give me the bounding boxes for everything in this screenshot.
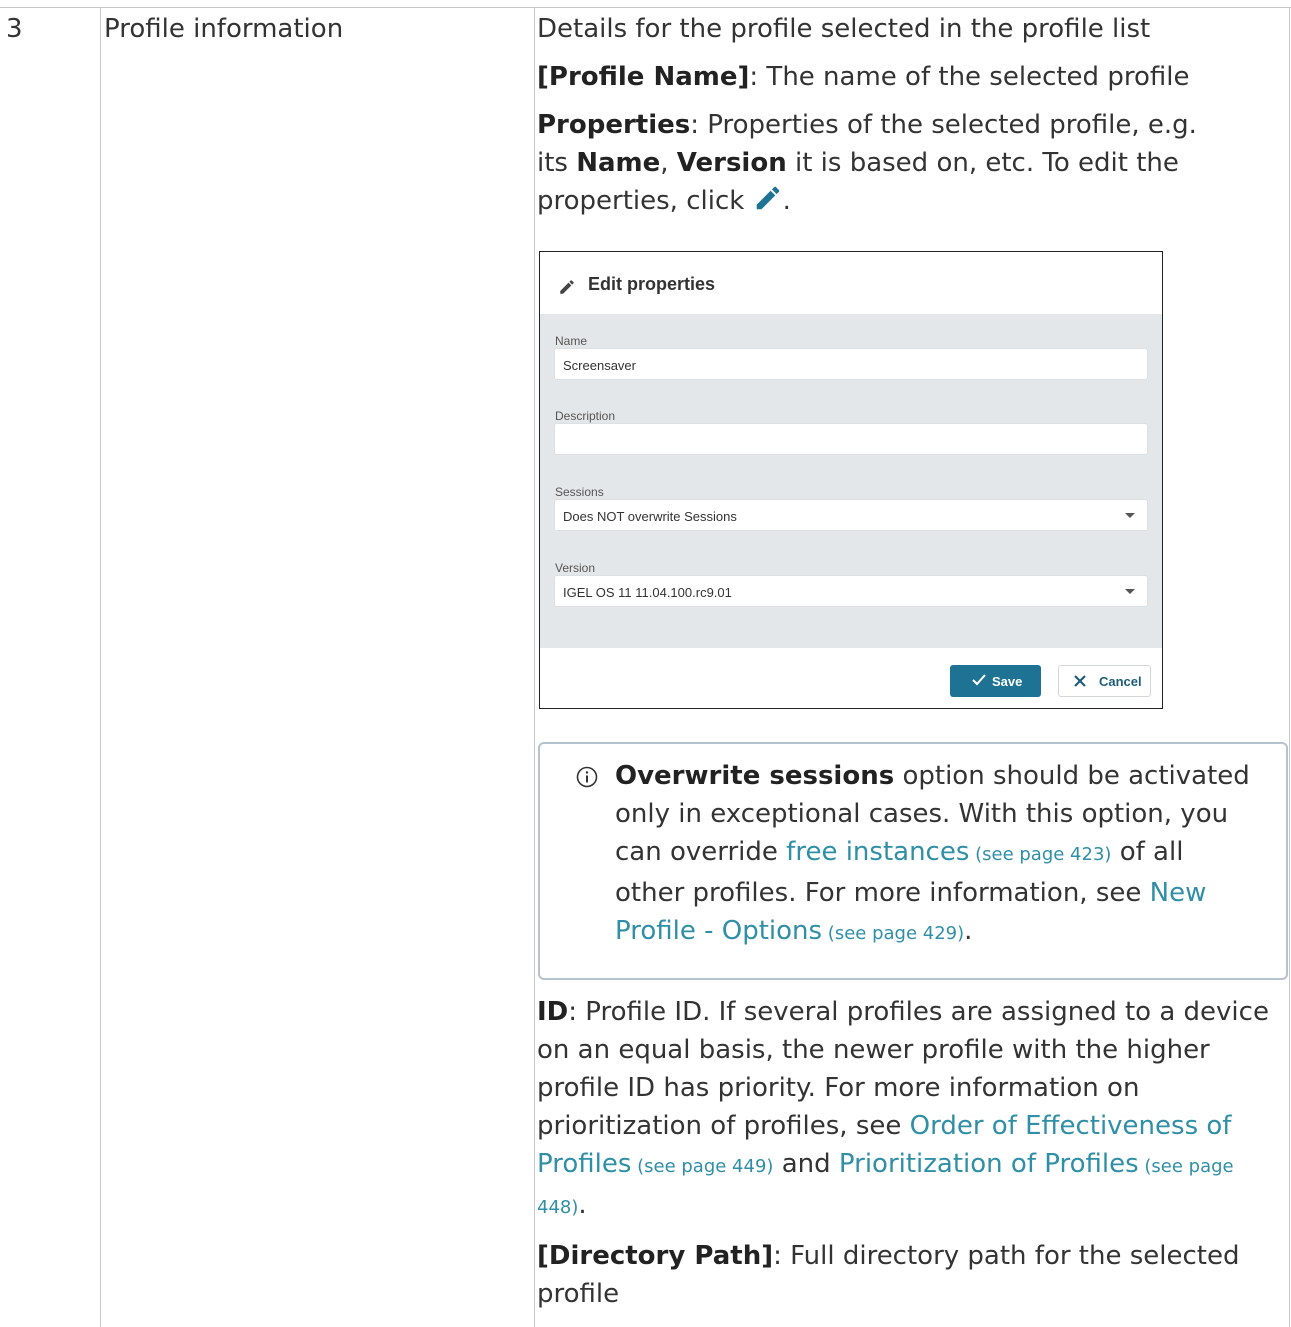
profile-name-text: : The name of the selected profile — [749, 62, 1190, 92]
info-text-part: . — [964, 916, 973, 946]
chevron-down-icon — [1125, 589, 1135, 594]
id-text: ID: Profile ID. If several profiles are … — [537, 993, 1287, 1227]
pencil-icon — [560, 280, 574, 294]
id-paragraph: ID: Profile ID. If several profiles are … — [537, 993, 1287, 1323]
info-bold-term: Overwrite sessions — [615, 761, 895, 791]
id-text-part: and — [773, 1149, 839, 1179]
pencil-icon — [756, 186, 779, 210]
description-field[interactable] — [554, 423, 1148, 455]
page-reference: (see page 423) — [969, 844, 1112, 865]
edit-properties-dialog: Edit properties Name Screensaver Descrip… — [539, 251, 1163, 709]
properties-text: properties, click — [537, 186, 753, 216]
description-label: Description — [555, 409, 616, 423]
profile-name-label: [Profile Name] — [537, 62, 750, 92]
properties-text: it is based on, etc. To edit the — [786, 148, 1179, 178]
cancel-label: Cancel — [1099, 674, 1142, 689]
version-value: IGEL OS 11 11.04.100.rc9.01 — [563, 585, 732, 600]
properties-label: Properties — [537, 110, 691, 140]
name-label: Name — [555, 334, 588, 348]
properties-text: , — [660, 148, 677, 178]
properties-text: : Properties of the selected profile, e.… — [690, 110, 1197, 140]
sessions-select[interactable]: Does NOT overwrite Sessions — [554, 499, 1148, 531]
info-text-part: other profiles. For more information, se… — [615, 878, 1150, 908]
chevron-down-icon — [1125, 513, 1135, 518]
id-text-part: : Profile ID. If several profiles are as… — [568, 997, 1269, 1027]
page-reference: 448) — [537, 1197, 579, 1218]
free-instances-link[interactable]: free instances — [786, 837, 969, 867]
version-label: Version — [555, 561, 596, 575]
info-callout: Overwrite sessions option should be acti… — [538, 742, 1288, 980]
directory-path-text: profile — [537, 1279, 620, 1309]
page-reference: (see page 429) — [822, 923, 965, 944]
cancel-button[interactable]: Cancel — [1058, 665, 1151, 697]
order-of-effectiveness-link[interactable]: Order of Effectiveness of — [910, 1111, 1232, 1141]
save-label: Save — [992, 674, 1023, 689]
info-text-part: option should be activated — [894, 761, 1250, 791]
id-label: ID — [537, 997, 569, 1027]
column-divider-1 — [100, 8, 101, 1327]
sessions-label: Sessions — [555, 485, 604, 499]
dialog-title: Edit properties — [588, 274, 716, 294]
id-text-part: profile ID has priority. For more inform… — [537, 1073, 1140, 1103]
dialog-body: Name Screensaver Description Sessions Do… — [540, 314, 1162, 648]
save-button[interactable]: Save — [950, 665, 1041, 697]
directory-path-paragraph: [Directory Path]: Full directory path fo… — [537, 1237, 1287, 1313]
row-area: Profile information — [104, 14, 344, 44]
column-divider-2 — [534, 8, 535, 1327]
directory-path-label: [Directory Path] — [537, 1241, 774, 1271]
properties-text: its — [537, 148, 577, 178]
name-field[interactable]: Screensaver — [554, 348, 1148, 380]
info-icon — [576, 766, 598, 788]
id-text-part: prioritization of profiles, see — [537, 1111, 910, 1141]
table-top-border — [0, 7, 1291, 8]
directory-path-text: : Full directory path for the selected — [773, 1241, 1240, 1271]
info-text-part: of all — [1111, 837, 1184, 867]
info-text: Overwrite sessions option should be acti… — [615, 757, 1255, 953]
check-icon — [972, 674, 986, 686]
properties-name-term: Name — [576, 148, 661, 178]
page-reference: (see page — [1138, 1156, 1234, 1177]
close-icon — [1074, 675, 1086, 687]
new-profile-options-link[interactable]: New — [1150, 878, 1207, 908]
row-number: 3 — [6, 14, 23, 44]
properties-paragraph: Properties: Properties of the selected p… — [537, 106, 1287, 220]
sessions-value: Does NOT overwrite Sessions — [563, 509, 737, 524]
intro-text: Details for the profile selected in the … — [537, 14, 1151, 44]
version-select[interactable]: IGEL OS 11 11.04.100.rc9.01 — [554, 575, 1148, 607]
description-cell: Details for the profile selected in the … — [537, 10, 1287, 220]
page-reference: (see page 449) — [631, 1156, 774, 1177]
properties-version-term: Version — [676, 148, 787, 178]
prioritization-link[interactable]: Prioritization of Profiles — [839, 1149, 1139, 1179]
dialog-footer: Save Cancel — [540, 648, 1162, 708]
id-text-part: on an equal basis, the newer profile wit… — [537, 1035, 1210, 1065]
profile-name-paragraph: [Profile Name]: The name of the selected… — [537, 58, 1287, 96]
id-text-part: . — [578, 1190, 587, 1220]
info-text-part: can override — [615, 837, 787, 867]
order-of-effectiveness-link[interactable]: Profiles — [537, 1149, 631, 1179]
dialog-header: Edit properties — [540, 252, 1162, 314]
new-profile-options-link[interactable]: Profile - Options — [615, 916, 822, 946]
info-text-part: only in exceptional cases. With this opt… — [615, 799, 1229, 829]
document-table: 3 Profile information Details for the pr… — [0, 0, 1291, 1327]
properties-text: . — [782, 186, 791, 216]
column-divider-3 — [1289, 8, 1290, 1327]
